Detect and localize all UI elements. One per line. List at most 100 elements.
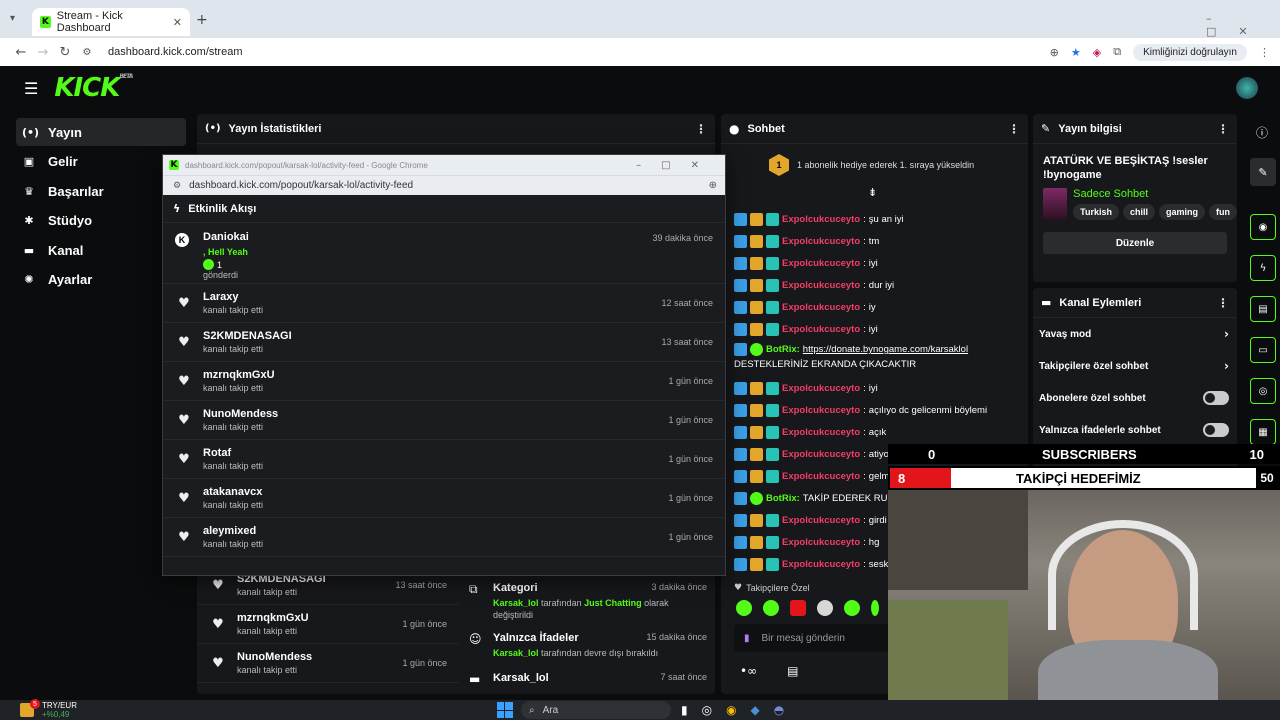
emote-icon[interactable]: [844, 600, 860, 616]
chat-username[interactable]: Expolcukcuceyto: [782, 302, 860, 313]
emote-icon[interactable]: [817, 600, 833, 616]
layout-icon[interactable]: ▦: [1250, 419, 1276, 445]
reload-icon[interactable]: ↻: [54, 45, 76, 60]
edit-mode-icon[interactable]: ✎: [1250, 158, 1276, 186]
chat-username[interactable]: Expolcukcuceyto: [782, 471, 860, 482]
chevron-right-icon[interactable]: ›: [1224, 359, 1229, 373]
sidebar-item-4[interactable]: ▬ Kanal: [16, 236, 186, 264]
site-info-icon[interactable]: ⚙: [76, 47, 98, 58]
info-icon[interactable]: ⓘ: [1256, 124, 1268, 141]
tab-list-icon[interactable]: ▾: [10, 13, 22, 25]
zoom-icon[interactable]: ⊕: [709, 180, 717, 191]
infinite-icon[interactable]: •∞: [740, 664, 757, 678]
chat-menu-icon[interactable]: ⋮: [1008, 122, 1020, 136]
file-explorer-icon[interactable]: ▮: [681, 703, 688, 717]
extension-shield-icon[interactable]: ◈: [1093, 46, 1101, 59]
feed-username[interactable]: Laraxy: [203, 291, 263, 303]
emote-icon[interactable]: [763, 600, 779, 616]
notes-icon[interactable]: ▤: [1250, 296, 1276, 322]
tag-chip[interactable]: Turkish: [1073, 204, 1119, 220]
popup-url[interactable]: dashboard.kick.com/popout/karsak-lol/act…: [189, 180, 413, 191]
toggle-switch[interactable]: [1203, 423, 1229, 437]
store-icon[interactable]: ▤: [787, 664, 798, 678]
chat-icon[interactable]: ▭: [1250, 337, 1276, 363]
back-icon[interactable]: ←: [10, 45, 32, 60]
channel-actions-menu-icon[interactable]: ⋮: [1217, 296, 1229, 310]
broadcast-toggle-icon[interactable]: ◎: [1250, 378, 1276, 404]
chat-username[interactable]: Expolcukcuceyto: [782, 236, 860, 247]
chat-username[interactable]: Expolcukcuceyto: [782, 214, 860, 225]
extensions-icon[interactable]: ⧉: [1113, 45, 1121, 59]
app-icon[interactable]: ◆: [751, 703, 760, 717]
tag-chip[interactable]: gaming: [1158, 204, 1205, 220]
windows-start-icon[interactable]: [496, 702, 513, 718]
category-name[interactable]: Sadece Sohbet: [1073, 188, 1237, 200]
chat-input[interactable]: ▮ Bir mesaj gönderin: [734, 624, 890, 652]
chat-username[interactable]: Expolcukcuceyto: [782, 258, 860, 269]
chat-username[interactable]: Expolcukcuceyto: [782, 559, 860, 570]
stats-menu-icon[interactable]: ⋮: [695, 122, 707, 136]
chat-username[interactable]: Expolcukcuceyto: [782, 427, 860, 438]
chat-username[interactable]: Expolcukcuceyto: [782, 280, 860, 291]
chevron-right-icon[interactable]: ›: [1224, 327, 1229, 341]
feed-username[interactable]: aleymixed: [203, 525, 263, 537]
chat-username[interactable]: Expolcukcuceyto: [782, 537, 860, 548]
camera-icon[interactable]: ◉: [1250, 214, 1276, 240]
channel-action-row[interactable]: Yalnızca ifadelerle sohbet: [1033, 414, 1237, 446]
new-tab-icon[interactable]: +: [196, 12, 208, 28]
feed-username[interactable]: mzrnqkmGxU: [203, 369, 275, 381]
toggle-switch[interactable]: [1203, 391, 1229, 405]
scroll-down-icon[interactable]: ⇟: [868, 186, 877, 199]
forward-icon[interactable]: →: [32, 45, 54, 60]
weather-icon[interactable]: 5: [20, 699, 40, 717]
channel-action-row[interactable]: Yavaş mod ›: [1033, 318, 1237, 350]
chat-username[interactable]: Expolcukcuceyto: [782, 324, 860, 335]
sidebar-item-0[interactable]: (•) Yayın: [16, 118, 186, 146]
popup-window-controls[interactable]: –□✕: [636, 160, 719, 171]
edit-button[interactable]: Düzenle: [1043, 232, 1227, 254]
bookmark-star-icon[interactable]: ★: [1071, 46, 1081, 59]
zoom-icon[interactable]: ⊕: [1050, 46, 1059, 59]
feed-username[interactable]: mzrnqkmGxU: [237, 612, 309, 624]
channel-action-row[interactable]: Takipçilere özel sohbet ›: [1033, 350, 1237, 382]
tag-chip[interactable]: chill: [1122, 204, 1155, 220]
feed-username[interactable]: S2KMDENASAGI: [203, 330, 292, 342]
window-controls[interactable]: –□✕: [1206, 12, 1280, 38]
taskbar-search[interactable]: ⌕ Ara: [520, 701, 671, 719]
browser-menu-icon[interactable]: ⋮: [1259, 46, 1270, 59]
gift-user[interactable]: Daniokai: [203, 231, 249, 243]
chat-username[interactable]: BotRix:: [766, 493, 800, 504]
chat-username[interactable]: Expolcukcuceyto: [782, 449, 860, 460]
user-avatar[interactable]: [1236, 77, 1258, 99]
chat-username[interactable]: BotRix:: [766, 342, 800, 357]
hamburger-menu-icon[interactable]: ☰: [24, 79, 38, 98]
feed-username[interactable]: Rotaf: [203, 447, 263, 459]
lightning-icon[interactable]: ϟ: [1250, 255, 1276, 281]
feed-username[interactable]: NunoMendess: [203, 408, 278, 420]
url-field[interactable]: dashboard.kick.com/stream: [108, 46, 243, 58]
channel-action-row[interactable]: Abonelere özel sohbet: [1033, 382, 1237, 414]
feed-username[interactable]: NunoMendess: [237, 651, 312, 663]
chat-username[interactable]: Expolcukcuceyto: [782, 383, 860, 394]
sidebar-item-3[interactable]: ✱ Stüdyo: [16, 207, 186, 235]
sidebar-item-5[interactable]: ✺ Ayarlar: [16, 266, 186, 294]
chrome-icon[interactable]: ◉: [726, 703, 736, 717]
browser-tab[interactable]: K Stream - Kick Dashboard ✕: [32, 8, 190, 36]
chat-username[interactable]: Expolcukcuceyto: [782, 515, 860, 526]
kick-logo[interactable]: KICKBETA: [54, 73, 133, 103]
feed-username[interactable]: atakanavcx: [203, 486, 263, 498]
stream-info-menu-icon[interactable]: ⋮: [1217, 122, 1229, 136]
emote-icon[interactable]: [790, 600, 806, 616]
close-tab-icon[interactable]: ✕: [173, 16, 182, 29]
mic-icon[interactable]: ▮: [744, 633, 750, 644]
emote-icon[interactable]: [736, 600, 752, 616]
emote-icon[interactable]: [871, 600, 879, 616]
chat-username[interactable]: Expolcukcuceyto: [782, 405, 860, 416]
tag-chip[interactable]: fun: [1209, 204, 1237, 220]
discord-icon[interactable]: ◓: [774, 703, 784, 717]
sidebar-item-2[interactable]: ♛ Başarılar: [16, 177, 186, 205]
chat-link[interactable]: https://donate.bynogame.com/karsaklol: [803, 342, 968, 357]
profile-chip[interactable]: Kimliğinizi doğrulayın: [1133, 43, 1247, 61]
app-icon[interactable]: ◎: [702, 703, 712, 717]
sidebar-item-1[interactable]: ▣ Gelir: [16, 148, 186, 176]
